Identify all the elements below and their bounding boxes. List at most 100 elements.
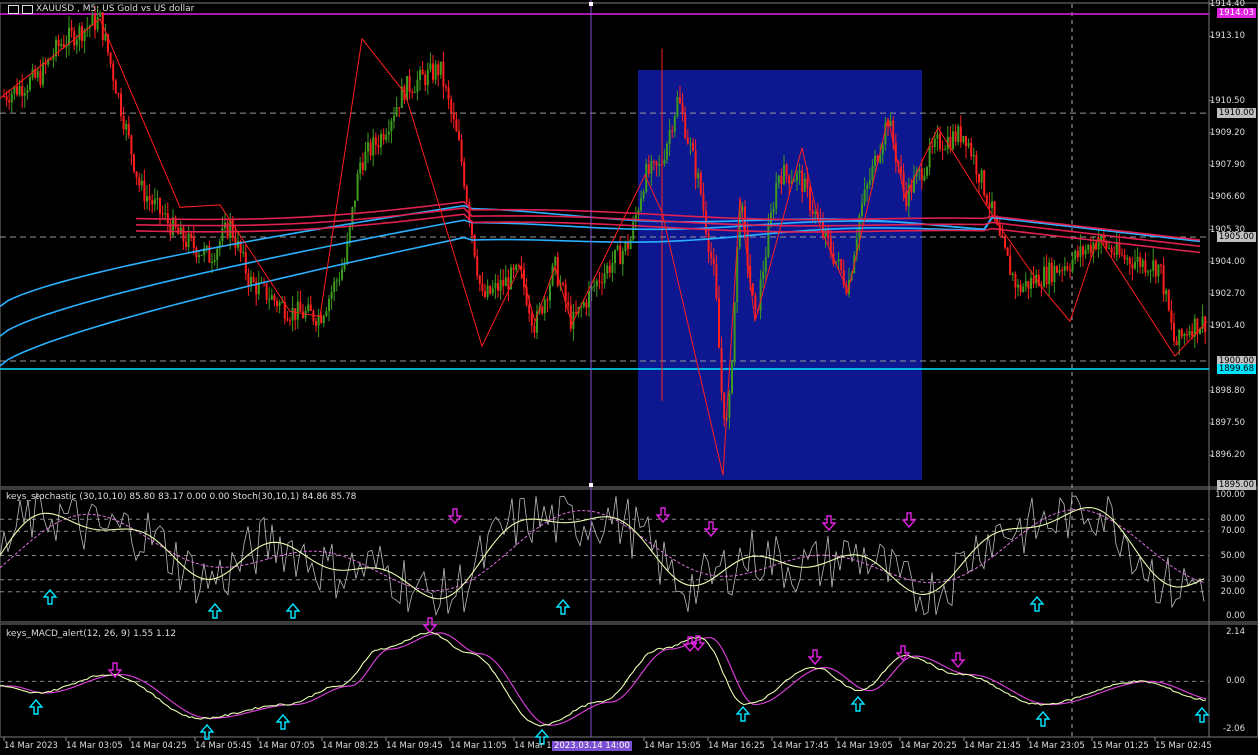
- time-label: 14 Mar 20:25: [900, 741, 957, 751]
- candle-body: [1167, 290, 1170, 311]
- candle-body: [234, 237, 237, 248]
- price-tick-label: 1901.40: [1209, 321, 1245, 332]
- candle-body: [798, 170, 801, 173]
- candle-body: [603, 273, 606, 284]
- candle-body: [502, 280, 505, 287]
- candle-body: [380, 133, 382, 148]
- candle-body: [868, 179, 871, 185]
- candle-body: [684, 114, 687, 138]
- candle-body: [270, 295, 273, 300]
- candle-body: [348, 225, 351, 242]
- candle-body: [1134, 261, 1136, 269]
- candle-body: [398, 107, 401, 109]
- candle-body: [694, 150, 697, 179]
- candle-body: [575, 311, 577, 314]
- candle-body: [127, 123, 130, 136]
- candle-body: [187, 233, 190, 247]
- candle-body: [1118, 243, 1121, 255]
- candle-body: [1178, 329, 1181, 346]
- candle-body: [146, 196, 148, 202]
- candle-body: [593, 286, 596, 288]
- candle-body: [1152, 260, 1155, 271]
- candle-body: [1121, 254, 1123, 256]
- candle-body: [931, 145, 934, 147]
- candle-body: [216, 248, 219, 260]
- candle-body: [814, 212, 817, 215]
- candle-body: [299, 301, 302, 312]
- candle-body: [335, 280, 338, 282]
- candle-body: [432, 63, 434, 80]
- candle-body: [494, 282, 497, 289]
- candle-body: [567, 302, 570, 306]
- candle-body: [689, 143, 692, 145]
- candle-body: [837, 259, 840, 262]
- candle-body: [861, 203, 863, 216]
- candle-body: [491, 288, 494, 294]
- candle-body: [1017, 284, 1019, 288]
- candle-body: [39, 71, 42, 85]
- candle-body: [585, 302, 588, 308]
- candle-body: [1014, 273, 1017, 288]
- price-tick-label: 1910.50: [1209, 95, 1245, 106]
- candle-body: [18, 85, 21, 95]
- candle-body: [941, 149, 944, 151]
- candle-body: [975, 155, 978, 175]
- candle-body: [294, 308, 297, 320]
- candle-body: [338, 279, 341, 281]
- candle-body: [764, 256, 767, 272]
- stoch-sell-arrow-2: [703, 521, 719, 538]
- candle-body: [333, 281, 336, 292]
- candle-body: [788, 175, 791, 184]
- price-tick-label: 1909.20: [1209, 127, 1245, 138]
- candle-body: [1154, 260, 1157, 277]
- candle-body: [278, 302, 281, 307]
- candle-body: [424, 74, 427, 86]
- candle-body: [135, 171, 138, 178]
- candle-body: [993, 201, 996, 218]
- candle-body: [1019, 284, 1022, 293]
- candle-body: [1082, 246, 1084, 255]
- candle-body: [668, 130, 671, 144]
- candle-body: [1108, 247, 1110, 249]
- candle-body: [801, 170, 804, 192]
- macd-tick-label: -2.06: [1223, 724, 1245, 734]
- candle-body: [205, 245, 208, 248]
- candle-body: [707, 233, 710, 253]
- candle-body: [1188, 331, 1191, 336]
- candle-body: [1009, 255, 1012, 275]
- candle-body: [863, 189, 866, 204]
- candle-body: [759, 279, 762, 311]
- candle-body: [385, 134, 388, 140]
- candle-body: [148, 196, 151, 201]
- candle-body: [1175, 341, 1178, 346]
- candle-body: [785, 164, 788, 176]
- time-label: 14 Mar 08:25: [322, 741, 379, 751]
- candle-body: [874, 155, 876, 167]
- cursor-time-label: 2023.03.14 14:00: [552, 741, 632, 751]
- candle-body: [541, 306, 544, 314]
- price-tick-label: 1896.20: [1209, 450, 1245, 461]
- candle-body: [195, 248, 198, 258]
- macd-panel-border: [0, 623, 1258, 738]
- candle-body: [1115, 243, 1118, 255]
- candle-body: [374, 137, 377, 146]
- candle-body: [1066, 266, 1069, 270]
- candle-body: [933, 138, 936, 147]
- candle-body: [242, 252, 245, 254]
- candle-body: [972, 155, 975, 157]
- chart-canvas[interactable]: [0, 0, 1258, 755]
- stoch-tick-label: 30.00: [1220, 574, 1245, 585]
- candle-body: [484, 291, 486, 297]
- stoch-tick-label: 50.00: [1220, 550, 1245, 561]
- candle-body: [728, 392, 731, 418]
- candle-body: [36, 71, 39, 78]
- candle-body: [1147, 271, 1149, 273]
- macd-buy-arrow-5: [850, 695, 866, 712]
- candle-body: [460, 139, 463, 162]
- time-label: 14 Mar 17:45: [772, 741, 829, 751]
- candle-body: [614, 249, 616, 264]
- candle-body: [442, 61, 445, 87]
- time-label: 14 Mar 09:45: [386, 741, 443, 751]
- time-label: 14 Mar 23:05: [1028, 741, 1085, 751]
- candle-body: [1102, 235, 1105, 241]
